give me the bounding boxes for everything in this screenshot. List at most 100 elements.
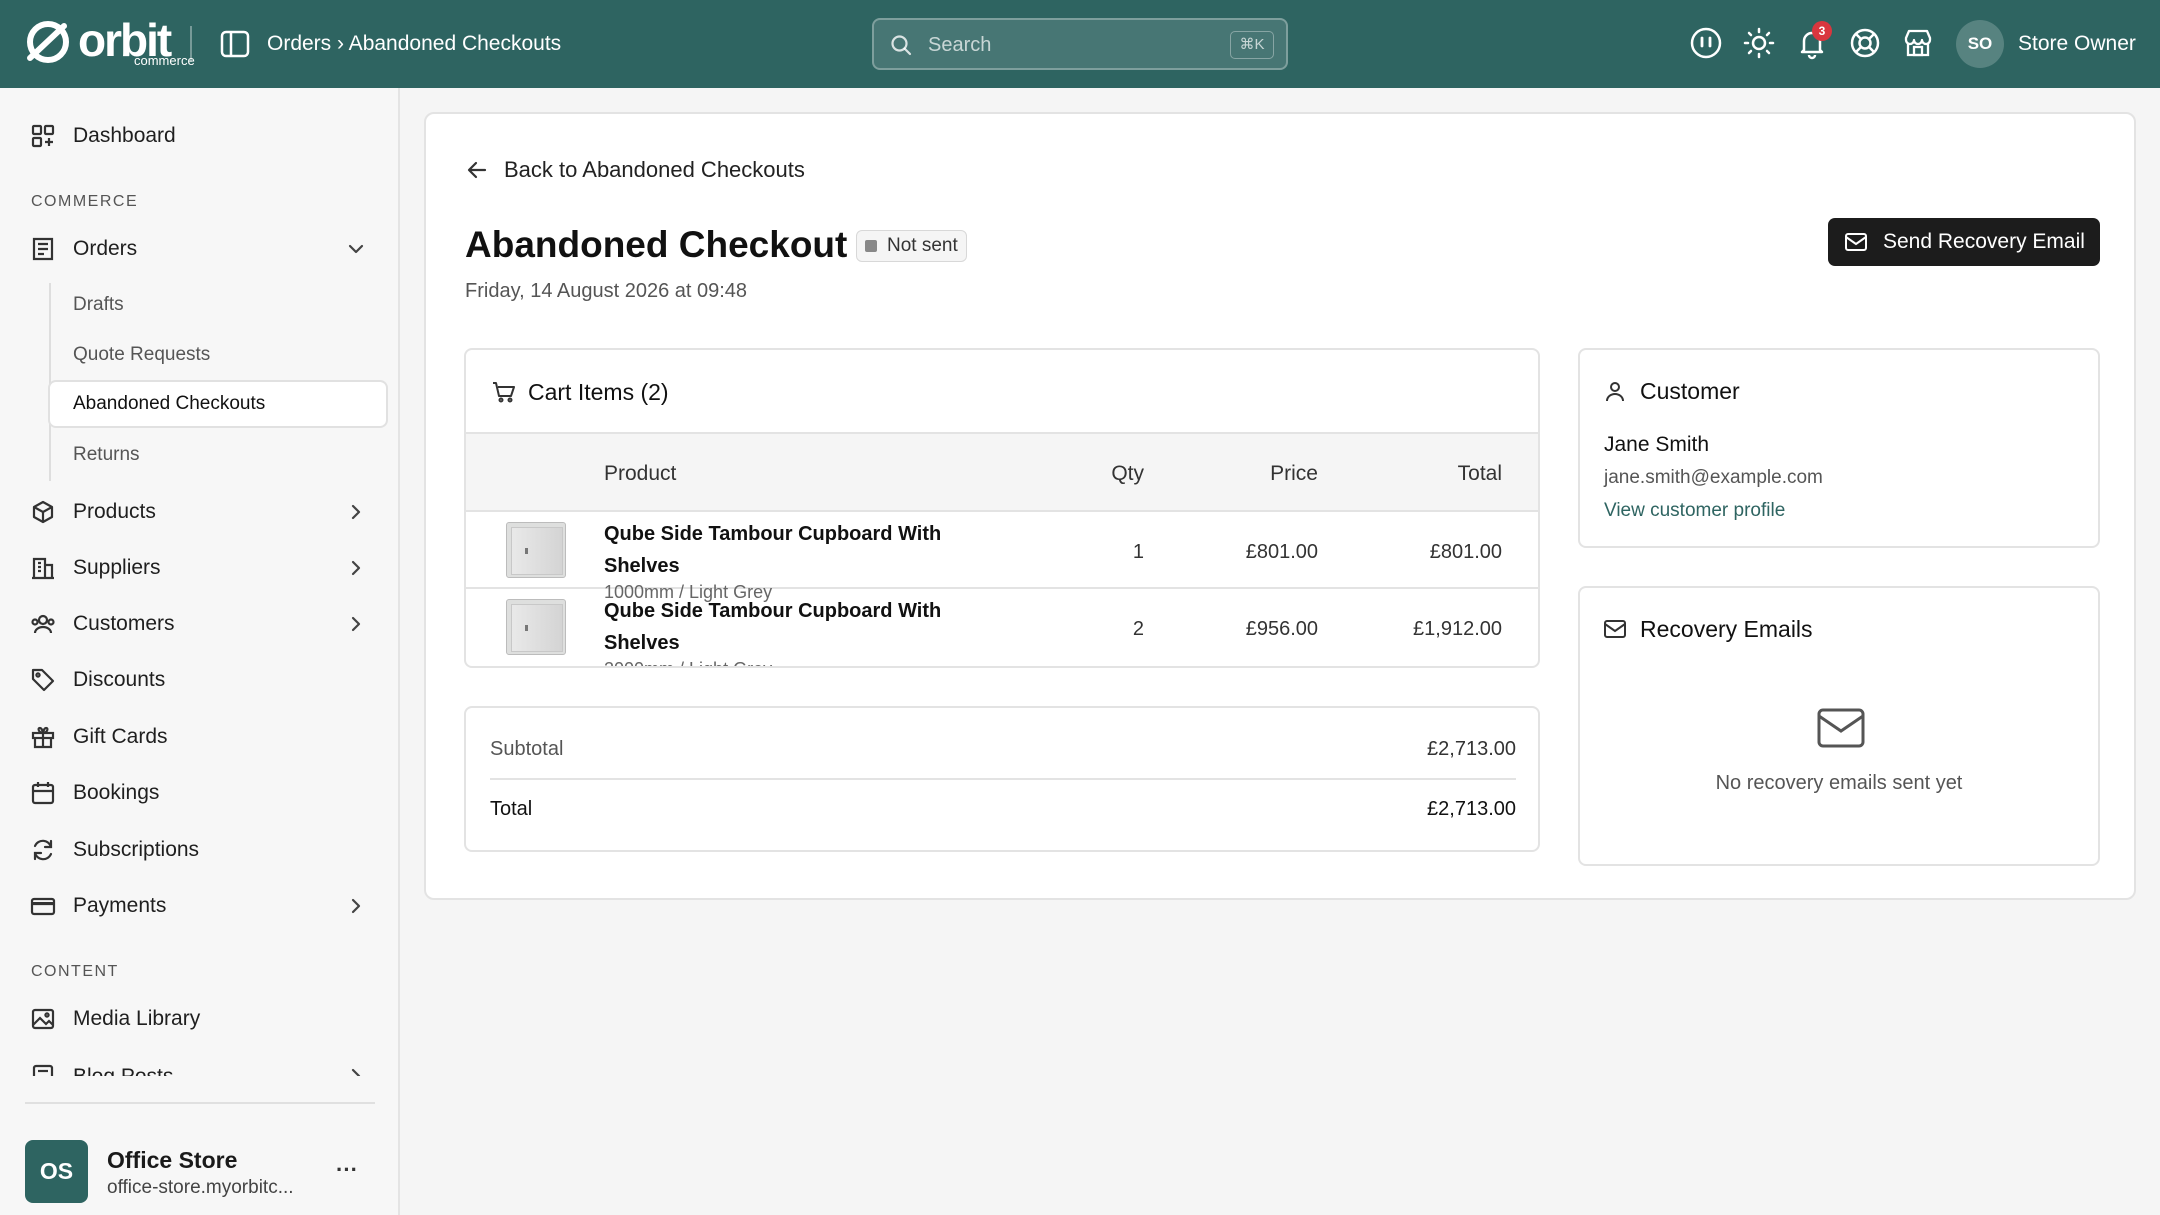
theme-toggle-button[interactable] — [1740, 24, 1778, 62]
user-avatar[interactable]: SO — [1956, 20, 2004, 68]
back-link-label: Back to Abandoned Checkouts — [504, 157, 805, 182]
back-link[interactable]: Back to Abandoned Checkouts — [466, 154, 805, 186]
product-variant: 2000mm / Light Grey — [604, 658, 772, 666]
customer-email: jane.smith@example.com — [1604, 467, 1823, 488]
sidebar-item-gift-cards[interactable]: Gift Cards — [0, 713, 398, 761]
sidebar: Dashboard COMMERCE Orders Drafts Quote R… — [0, 88, 400, 1215]
sidebar-subitem-abandoned-checkouts[interactable]: Abandoned Checkouts — [48, 380, 388, 428]
logo-subtext: commerce — [134, 53, 195, 68]
notifications-button[interactable]: 3 — [1793, 21, 1832, 62]
sidebar-item-suppliers[interactable]: Suppliers — [0, 544, 398, 592]
subtotal-label: Subtotal — [490, 738, 564, 760]
header-divider — [190, 26, 192, 62]
status-badge: Not sent — [856, 230, 967, 262]
store-name: Office Store — [107, 1147, 238, 1173]
document-icon — [32, 1064, 54, 1076]
store-divider — [25, 1102, 375, 1104]
sidebar-item-label: Orders — [73, 237, 138, 260]
item-qty: 2 — [1132, 618, 1144, 640]
image-icon — [31, 1008, 55, 1030]
assistant-button[interactable] — [1687, 24, 1725, 62]
user-name[interactable]: Store Owner — [2018, 30, 2136, 58]
product-name: Qube Side Tambour Cupboard With Shelves — [604, 523, 942, 577]
empty-state-text: No recovery emails sent yet — [1715, 772, 1963, 794]
sidebar-subitem-label: Drafts — [73, 294, 124, 315]
subtotal-row: Subtotal £2,713.00 — [490, 736, 1516, 794]
product-thumbnail — [506, 522, 566, 578]
help-buoy-icon — [1850, 28, 1880, 58]
storefront-button[interactable] — [1899, 24, 1937, 62]
sidebar-item-dashboard[interactable]: Dashboard — [0, 112, 398, 160]
help-button[interactable] — [1846, 24, 1884, 62]
send-recovery-email-label: Send Recovery Email — [1883, 230, 2085, 253]
item-qty: 1 — [1132, 541, 1144, 563]
status-dot — [865, 240, 877, 252]
product-name: Qube Side Tambour Cupboard With Shelves — [604, 600, 942, 654]
total-value: £2,713.00 — [1427, 798, 1516, 820]
chevron-right-icon — [351, 1068, 361, 1076]
sidebar-subitem-returns[interactable]: Returns — [48, 431, 388, 479]
sidebar-item-bookings[interactable]: Bookings — [0, 769, 398, 817]
cart-items-title: Cart Items (2) — [528, 379, 669, 405]
send-recovery-email-button[interactable]: Send Recovery Email — [1828, 218, 2100, 266]
sidebar-toggle-icon[interactable] — [220, 30, 250, 58]
calendar-icon — [31, 782, 55, 805]
sidebar-subitem-label: Quote Requests — [73, 344, 211, 365]
tag-icon — [31, 668, 55, 692]
column-header-product: Product — [604, 462, 677, 485]
assistant-icon — [1690, 27, 1722, 59]
sidebar-item-label: Payments — [73, 894, 167, 917]
box-icon — [32, 500, 54, 524]
item-price: £801.00 — [1245, 541, 1318, 563]
sidebar-item-label: Discounts — [73, 668, 166, 691]
store-switcher[interactable]: OS Office Store office-store.myorbitc...… — [0, 1102, 398, 1215]
sidebar-item-media-library[interactable]: Media Library — [0, 995, 398, 1043]
customer-title: Customer — [1640, 378, 1740, 404]
sidebar-subitem-drafts[interactable]: Drafts — [48, 281, 388, 329]
breadcrumb[interactable]: Orders › Abandoned Checkouts — [267, 30, 561, 58]
store-avatar: OS — [25, 1140, 88, 1203]
search-shortcut: ⌘K — [1230, 31, 1274, 59]
checkout-detail-card: Back to Abandoned Checkouts Abandoned Ch… — [424, 112, 2136, 900]
recovery-emails-card: Recovery Emails No recovery emails sent … — [1578, 586, 2100, 866]
view-customer-profile-link[interactable]: View customer profile — [1604, 499, 1785, 523]
sidebar-item-label: Dashboard — [73, 124, 176, 147]
store-more-icon[interactable]: ··· — [336, 1158, 358, 1182]
recovery-emails-title: Recovery Emails — [1640, 616, 1813, 642]
sidebar-item-blog-posts[interactable]: Blog Posts — [0, 1050, 398, 1076]
sidebar-item-products[interactable]: Products — [0, 488, 398, 536]
page-title: Abandoned Checkout — [465, 224, 848, 265]
sidebar-item-label: Bookings — [73, 781, 160, 804]
mail-icon — [1845, 233, 1867, 251]
sidebar-item-customers[interactable]: Customers — [0, 600, 398, 648]
empty-mail-icon — [1817, 708, 1865, 748]
sidebar-item-label: Blog Posts — [73, 1063, 173, 1076]
orbit-logo[interactable]: orbit commerce — [24, 14, 195, 68]
credit-card-icon — [30, 897, 56, 916]
arrow-left-icon — [467, 161, 487, 179]
sidebar-item-label: Products — [73, 500, 156, 523]
customer-name: Jane Smith — [1604, 433, 1710, 456]
top-bar: orbit commerce Orders › Abandoned Checko… — [0, 0, 2160, 88]
sidebar-item-discounts[interactable]: Discounts — [0, 656, 398, 704]
search-input[interactable]: Search ⌘K — [872, 18, 1288, 70]
sidebar-subitem-label: Abandoned Checkouts — [73, 393, 266, 414]
checkout-date: Friday, 14 August 2026 at 09:48 — [465, 280, 748, 302]
column-header-qty: Qty — [1111, 462, 1144, 485]
chevron-right-icon — [351, 504, 361, 520]
sidebar-subitem-quote-requests[interactable]: Quote Requests — [48, 331, 388, 379]
order-totals-card: Subtotal £2,713.00 Total £2,713.00 — [464, 706, 1540, 852]
sidebar-item-label: Subscriptions — [73, 838, 200, 861]
users-icon — [31, 614, 55, 634]
sidebar-item-label: Media Library — [73, 1007, 201, 1030]
sidebar-item-subscriptions[interactable]: Subscriptions — [0, 826, 398, 874]
refresh-icon — [33, 839, 53, 861]
sidebar-item-orders[interactable]: Orders — [0, 225, 398, 273]
sidebar-item-label: Customers — [73, 612, 175, 635]
table-row[interactable]: Qube Side Tambour Cupboard With Shelves … — [466, 589, 1538, 666]
store-icon — [1904, 29, 1932, 57]
sidebar-item-payments[interactable]: Payments — [0, 882, 398, 930]
column-header-total: Total — [1457, 462, 1502, 485]
table-row[interactable]: Qube Side Tambour Cupboard With Shelves … — [466, 512, 1538, 602]
item-total: £1,912.00 — [1413, 618, 1502, 640]
